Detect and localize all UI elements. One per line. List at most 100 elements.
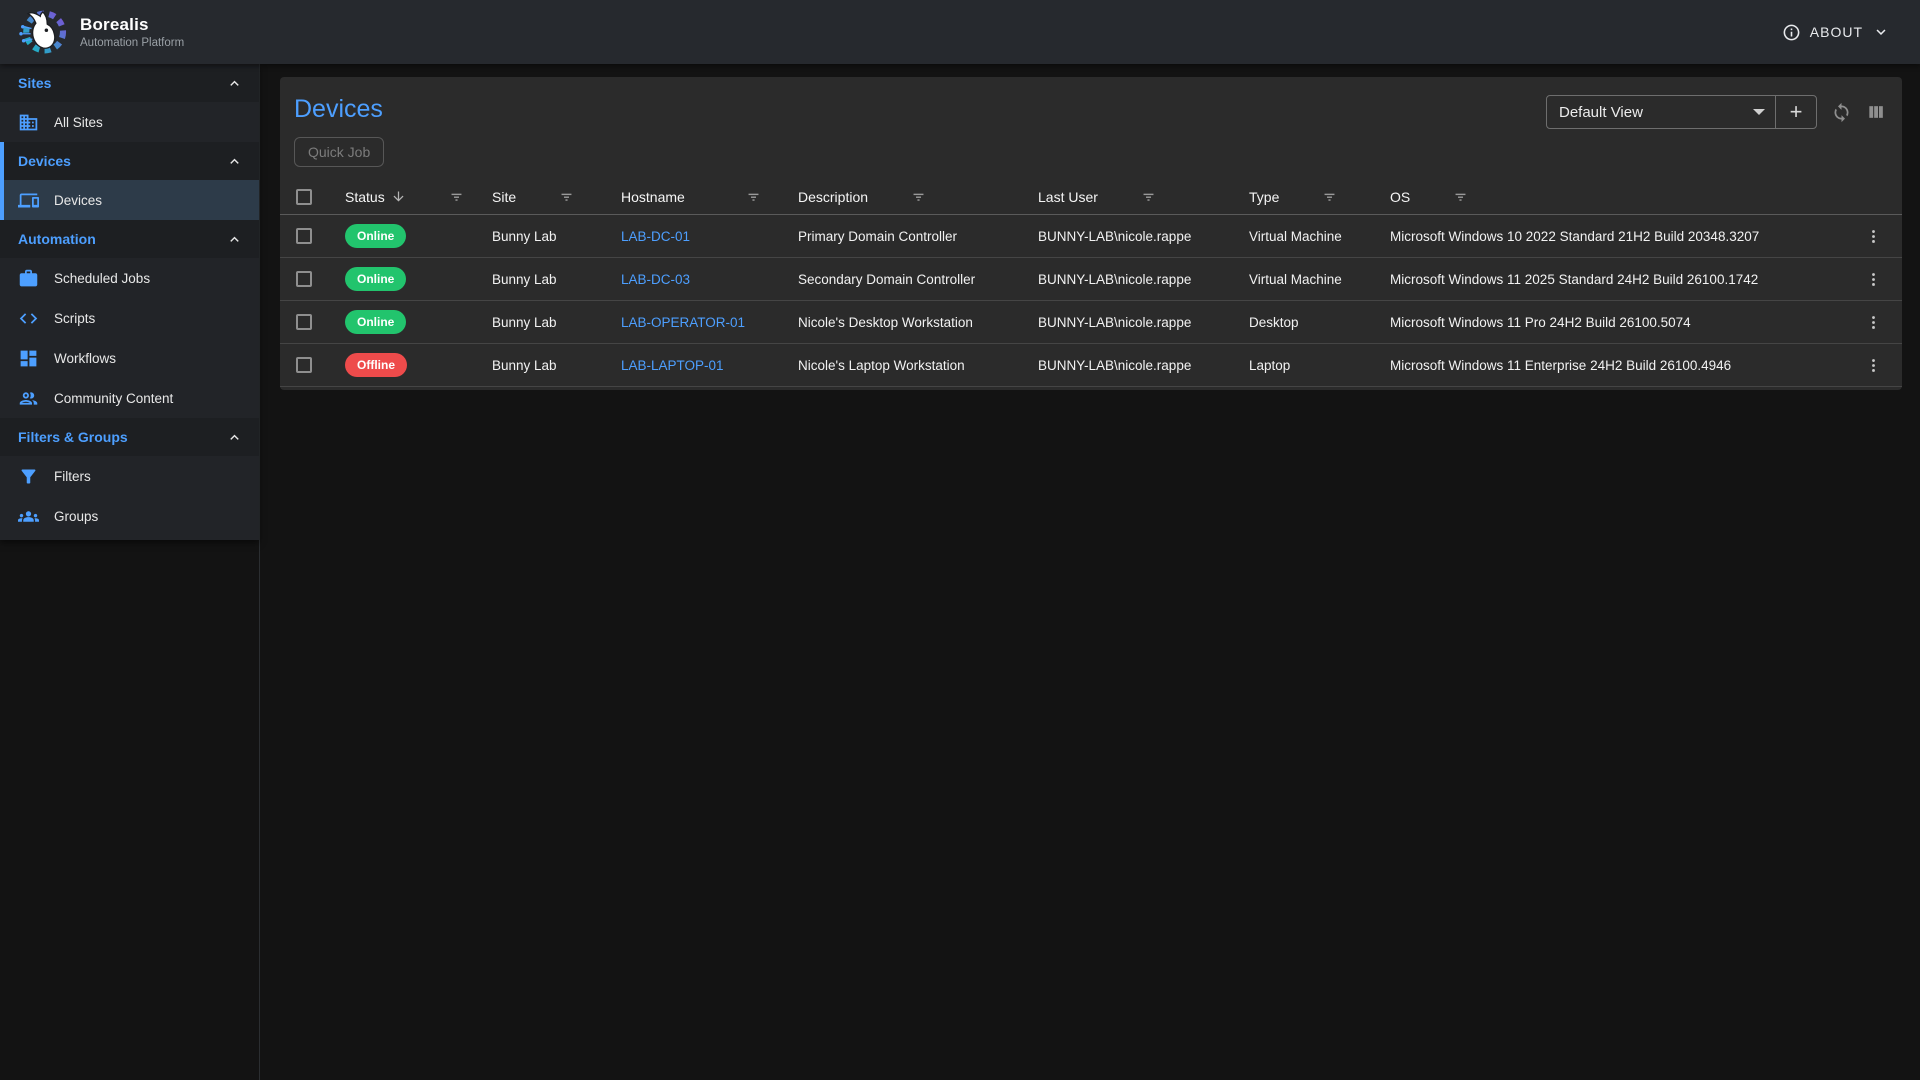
os-cell: Microsoft Windows 11 2025 Standard 24H2 …: [1390, 272, 1856, 287]
hostname-link[interactable]: LAB-DC-03: [621, 272, 690, 287]
sidebar-item-label: Community Content: [54, 391, 173, 406]
sidebar-section-automation[interactable]: Automation: [0, 220, 259, 258]
column-header-hostname[interactable]: Hostname: [621, 188, 798, 205]
type-cell: Laptop: [1249, 358, 1390, 373]
sidebar-item-scripts[interactable]: Scripts: [0, 298, 259, 338]
add-view-button[interactable]: +: [1776, 96, 1816, 128]
funnel-icon: [18, 466, 39, 487]
sidebar-item-label: All Sites: [54, 115, 103, 130]
info-icon: [1782, 23, 1801, 42]
refresh-button[interactable]: [1831, 102, 1852, 123]
column-label: Status: [345, 189, 385, 205]
select-caret-icon: [1753, 109, 1765, 115]
hostname-link[interactable]: LAB-OPERATOR-01: [621, 315, 745, 330]
type-cell: Desktop: [1249, 315, 1390, 330]
filter-icon[interactable]: [1452, 188, 1469, 205]
row-checkbox[interactable]: [296, 271, 312, 287]
column-label: Type: [1249, 189, 1279, 205]
row-menu-icon[interactable]: [1865, 228, 1882, 245]
sidebar-item-community-content[interactable]: Community Content: [0, 378, 259, 418]
about-menu-button[interactable]: ABOUT: [1782, 23, 1912, 42]
column-label: Site: [492, 189, 516, 205]
column-label: OS: [1390, 189, 1410, 205]
row-checkbox[interactable]: [296, 314, 312, 330]
hostname-link[interactable]: LAB-DC-01: [621, 229, 690, 244]
column-label: Description: [798, 189, 868, 205]
sidebar-section-devices[interactable]: Devices: [0, 142, 259, 180]
status-badge: Online: [345, 267, 406, 291]
chevron-up-icon: [226, 153, 243, 170]
brand-text: Borealis Automation Platform: [80, 15, 184, 49]
table-row: Online Bunny Lab LAB-OPERATOR-01 Nicole'…: [280, 301, 1902, 344]
site-cell: Bunny Lab: [492, 229, 621, 244]
row-checkbox[interactable]: [296, 228, 312, 244]
description-cell: Nicole's Laptop Workstation: [798, 358, 1038, 373]
sidebar-section-filters-groups[interactable]: Filters & Groups: [0, 418, 259, 456]
briefcase-icon: [18, 268, 39, 289]
column-header-site[interactable]: Site: [492, 188, 621, 205]
status-badge: Offline: [345, 353, 407, 377]
brand-title: Borealis: [80, 15, 184, 35]
sidebar-group-filters-groups: Filters & Groups Filters Groups: [0, 418, 259, 536]
hostname-link[interactable]: LAB-LAPTOP-01: [621, 358, 724, 373]
view-select[interactable]: Default View: [1547, 96, 1753, 128]
filter-icon[interactable]: [745, 188, 762, 205]
sidebar-item-label: Filters: [54, 469, 91, 484]
sidebar-item-label: Groups: [54, 509, 98, 524]
quick-job-button[interactable]: Quick Job: [294, 137, 384, 167]
column-label: Hostname: [621, 189, 685, 205]
columns-button[interactable]: [1866, 102, 1886, 122]
status-badge: Online: [345, 310, 406, 334]
sidebar-group-devices: Devices Devices: [0, 142, 259, 220]
sidebar-item-label: Scripts: [54, 311, 95, 326]
devices-icon: [18, 190, 39, 211]
brand-subtitle: Automation Platform: [80, 37, 184, 49]
filter-icon[interactable]: [558, 188, 575, 205]
sidebar-item-filters[interactable]: Filters: [0, 456, 259, 496]
chevron-up-icon: [226, 75, 243, 92]
row-checkbox[interactable]: [296, 357, 312, 373]
section-label: Automation: [18, 231, 96, 247]
section-label: Filters & Groups: [18, 429, 128, 445]
row-menu-icon[interactable]: [1865, 357, 1882, 374]
sidebar-item-groups[interactable]: Groups: [0, 496, 259, 536]
sidebar-item-label: Workflows: [54, 351, 116, 366]
column-header-description[interactable]: Description: [798, 188, 1038, 205]
filter-icon[interactable]: [448, 188, 465, 205]
description-cell: Primary Domain Controller: [798, 229, 1038, 244]
page-title: Devices: [294, 95, 383, 124]
sidebar-section-sites[interactable]: Sites: [0, 64, 259, 102]
column-header-status[interactable]: Status: [345, 188, 492, 205]
column-header-last-user[interactable]: Last User: [1038, 188, 1249, 205]
chevron-up-icon: [226, 429, 243, 446]
sidebar-item-workflows[interactable]: Workflows: [0, 338, 259, 378]
dashboard-icon: [18, 348, 39, 369]
column-header-type[interactable]: Type: [1249, 188, 1390, 205]
building-icon: [18, 112, 39, 133]
site-cell: Bunny Lab: [492, 358, 621, 373]
row-menu-icon[interactable]: [1865, 314, 1882, 331]
chevron-up-icon: [226, 231, 243, 248]
last-user-cell: BUNNY-LAB\nicole.rappe: [1038, 229, 1249, 244]
section-label: Sites: [18, 75, 51, 91]
sidebar-item-all-sites[interactable]: All Sites: [0, 102, 259, 142]
column-header-os[interactable]: OS: [1390, 188, 1856, 205]
filter-icon[interactable]: [1321, 188, 1338, 205]
status-badge: Online: [345, 224, 406, 248]
code-icon: [18, 308, 39, 329]
sort-desc-icon: [391, 189, 406, 204]
table-toolbar: Default View +: [1546, 95, 1886, 129]
sidebar-item-devices[interactable]: Devices: [0, 180, 259, 220]
row-menu-icon[interactable]: [1865, 271, 1882, 288]
filter-icon[interactable]: [1140, 188, 1157, 205]
filter-icon[interactable]: [910, 188, 927, 205]
last-user-cell: BUNNY-LAB\nicole.rappe: [1038, 272, 1249, 287]
last-user-cell: BUNNY-LAB\nicole.rappe: [1038, 358, 1249, 373]
devices-table: Status Site Hostname Description Last Us…: [280, 179, 1902, 387]
os-cell: Microsoft Windows 10 2022 Standard 21H2 …: [1390, 229, 1856, 244]
sidebar-group-automation: Automation Scheduled Jobs Scripts Workfl…: [0, 220, 259, 418]
column-label: Last User: [1038, 189, 1098, 205]
sidebar-item-scheduled-jobs[interactable]: Scheduled Jobs: [0, 258, 259, 298]
description-cell: Nicole's Desktop Workstation: [798, 315, 1038, 330]
select-all-checkbox[interactable]: [296, 189, 312, 205]
